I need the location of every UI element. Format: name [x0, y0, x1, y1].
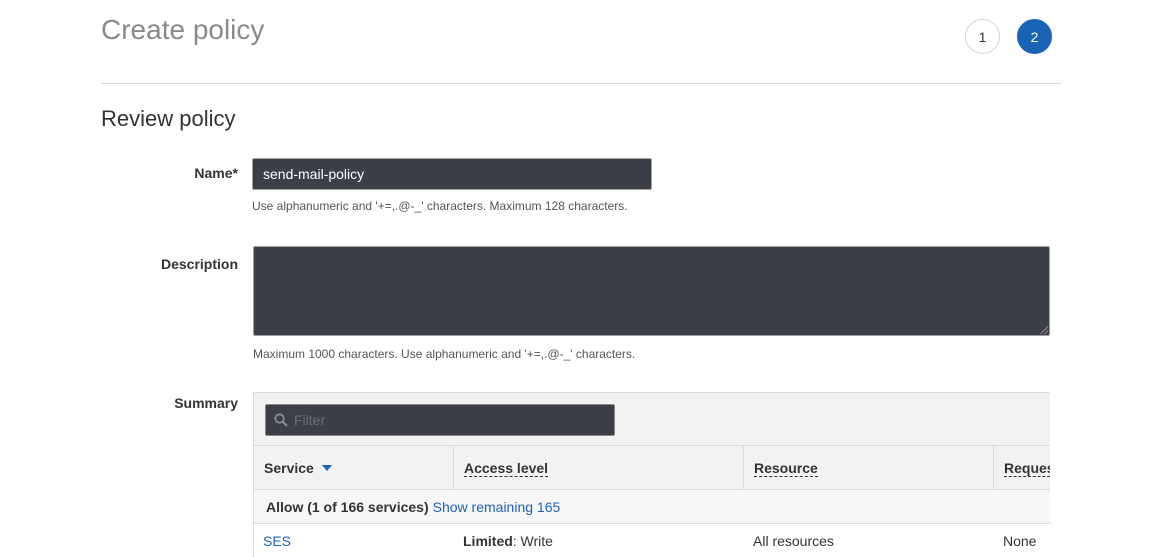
table-header: Service Access level Resource Reques — [254, 446, 1050, 490]
filter-bar: Filter — [254, 392, 1050, 446]
step-2-indicator-active[interactable]: 2 — [1017, 19, 1052, 54]
service-link[interactable]: SES — [263, 533, 291, 549]
create-policy-page: Create policy 1 2 Review policy Name* se… — [0, 0, 1162, 557]
description-textarea[interactable] — [253, 246, 1050, 336]
request-condition-cell: None — [1003, 533, 1037, 549]
step-1-indicator[interactable]: 1 — [965, 19, 1000, 54]
allow-group-row: Allow (1 of 166 services) Show remaining… — [254, 490, 1050, 524]
column-header-request-condition[interactable]: Reques — [994, 446, 1050, 490]
search-icon — [274, 413, 288, 427]
description-label: Description — [160, 256, 238, 272]
name-hint: Use alphanumeric and '+=,.@-_' character… — [252, 199, 628, 213]
column-header-service-label: Service — [264, 460, 314, 476]
access-level-bold: Limited — [463, 533, 513, 549]
show-remaining-link[interactable]: Show remaining 165 — [433, 499, 561, 515]
access-level-rest: : Write — [512, 533, 553, 549]
column-header-resource[interactable]: Resource — [744, 446, 994, 490]
access-level-cell: Limited: Write — [463, 533, 553, 549]
resource-cell: All resources — [753, 533, 834, 549]
name-input[interactable]: send-mail-policy — [252, 158, 652, 190]
filter-placeholder: Filter — [294, 412, 326, 428]
section-title: Review policy — [101, 106, 236, 131]
name-input-value: send-mail-policy — [263, 166, 365, 182]
filter-input[interactable]: Filter — [265, 404, 615, 436]
column-header-access-level-label: Access level — [464, 459, 549, 477]
sort-descending-icon — [321, 465, 332, 471]
resize-grip-icon[interactable] — [1040, 326, 1048, 334]
header-divider — [101, 83, 1061, 84]
page-title: Create policy — [101, 14, 265, 45]
name-label: Name* — [194, 165, 238, 181]
summary-label: Summary — [174, 395, 238, 411]
column-header-service[interactable]: Service — [254, 446, 454, 490]
column-header-access-level[interactable]: Access level — [454, 446, 744, 490]
description-hint: Maximum 1000 characters. Use alphanumeri… — [253, 347, 636, 361]
column-header-request-label: Reques — [1004, 460, 1050, 477]
allow-group-label: Allow (1 of 166 services) — [266, 498, 429, 515]
column-header-resource-label: Resource — [754, 459, 818, 477]
table-row: SES Limited: Write All resources None — [254, 524, 1050, 557]
summary-table: Filter Service Access level Resource Req… — [253, 392, 1050, 557]
